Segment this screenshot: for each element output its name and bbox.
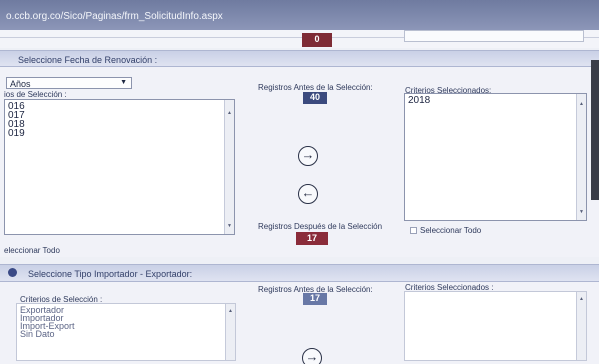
importador-section-header: Seleccione Tipo Importador - Exportador:: [0, 264, 599, 282]
renovacion-criteria-label: ios de Selección :: [4, 90, 67, 99]
renovacion-before-count: 40: [303, 92, 327, 104]
renovacion-selected-list[interactable]: 2018 ▲ ▼: [404, 93, 587, 221]
list-item[interactable]: 019: [8, 129, 231, 139]
importador-selected-list[interactable]: ▲: [404, 291, 587, 361]
renovacion-criteria-list[interactable]: 016 017 018 019 ▲ ▼: [4, 99, 235, 235]
list-item[interactable]: 018: [8, 120, 231, 130]
importador-criteria-list[interactable]: Exportador Importador Import-Export Sin …: [16, 303, 236, 361]
renovacion-after-label: Registros Después de la Selección: [258, 222, 383, 231]
arrow-left-icon: ←: [301, 185, 315, 200]
right-edge-frame: [591, 60, 599, 200]
scroll-up-icon[interactable]: ▲: [579, 100, 584, 109]
importador-list-scrollbar[interactable]: ▲: [225, 304, 235, 360]
selected-list-scrollbar[interactable]: ▲ ▼: [576, 94, 586, 220]
arrow-right-icon: →: [301, 147, 315, 162]
renovacion-section-title: Seleccione Fecha de Renovación :: [18, 55, 158, 65]
renovacion-type-dropdown[interactable]: Años ▼: [6, 77, 132, 89]
importador-before-count: 17: [303, 293, 327, 305]
move-left-button[interactable]: ←: [298, 184, 318, 204]
scroll-up-icon[interactable]: ▲: [227, 109, 232, 118]
move-right-button-2[interactable]: →: [302, 348, 322, 364]
total-records-counter: 0: [302, 33, 332, 47]
radio-bullet-icon[interactable]: [8, 268, 17, 277]
renovacion-section-header: Seleccione Fecha de Renovación :: [0, 50, 599, 67]
select-all-checkbox[interactable]: [410, 227, 417, 234]
renovacion-list-scrollbar[interactable]: ▲ ▼: [224, 100, 234, 234]
renovacion-dropdown-value: Años: [10, 79, 31, 89]
scroll-up-icon[interactable]: ▲: [579, 295, 584, 304]
renovacion-after-count: 17: [296, 232, 328, 245]
scroll-down-icon[interactable]: ▼: [579, 208, 584, 217]
url-text: o.ccb.org.co/Sico/Paginas/frm_SolicitudI…: [6, 11, 223, 22]
selected-list-item[interactable]: 2018: [408, 96, 583, 106]
chevron-down-icon: ▼: [120, 79, 127, 86]
browser-address-bar[interactable]: o.ccb.org.co/Sico/Paginas/frm_SolicitudI…: [0, 0, 599, 30]
arrow-right-icon: →: [305, 349, 319, 364]
renovacion-select-all-link[interactable]: eleccionar Todo: [4, 246, 60, 255]
renovacion-before-label: Registros Antes de la Selección:: [258, 83, 373, 92]
list-item[interactable]: 017: [8, 111, 231, 121]
renovacion-select-all-right-label: Seleccionar Todo: [420, 226, 482, 235]
list-item[interactable]: 016: [8, 102, 231, 112]
move-right-button[interactable]: →: [298, 146, 318, 166]
top-criteria-field: [404, 30, 584, 42]
importador-section-title: Seleccione Tipo Importador - Exportador:: [28, 269, 193, 279]
importador-selected-scrollbar[interactable]: ▲: [576, 292, 586, 360]
list-item[interactable]: Sin Dato: [20, 330, 232, 339]
scroll-up-icon[interactable]: ▲: [228, 307, 233, 315]
scroll-down-icon[interactable]: ▼: [227, 222, 232, 231]
